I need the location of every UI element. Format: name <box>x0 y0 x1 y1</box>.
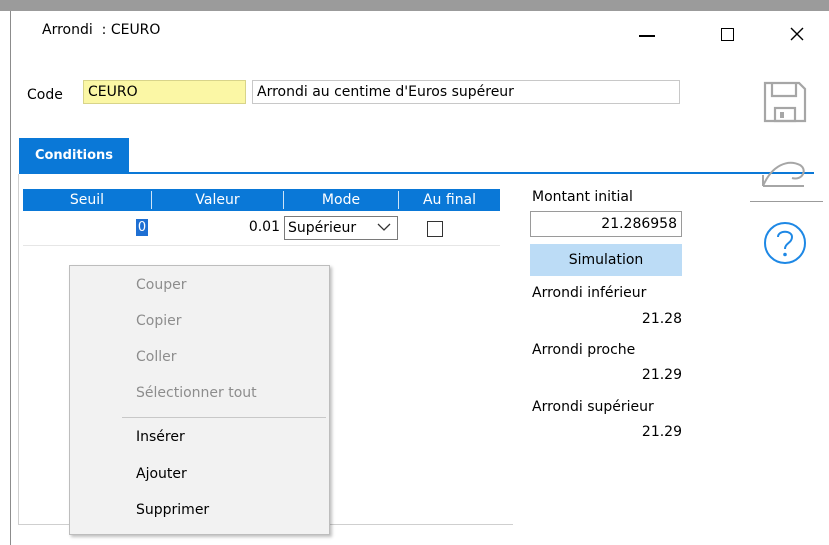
menu-item-ajouter[interactable]: Ajouter <box>136 466 187 482</box>
menu-item-copier[interactable]: Copier <box>136 313 182 329</box>
table-row[interactable]: 0 0.01 Supérieur <box>23 211 500 246</box>
code-field[interactable]: CEURO <box>83 80 246 104</box>
au-final-checkbox[interactable] <box>427 221 443 237</box>
seuil-cell[interactable]: 0 <box>136 219 148 236</box>
toolbar-separator <box>750 201 823 202</box>
panel-border <box>18 174 19 524</box>
maximize-button[interactable] <box>712 20 742 48</box>
simulation-button[interactable]: Simulation <box>530 244 682 276</box>
arrondi-inferieur-value: 21.28 <box>641 311 682 327</box>
mode-select-value: Supérieur <box>288 220 357 236</box>
undo-icon <box>762 161 805 187</box>
maximize-icon <box>720 27 734 41</box>
mode-select[interactable]: Supérieur <box>284 216 398 240</box>
context-menu: Couper Copier Coller Sélectionner tout I… <box>69 265 330 535</box>
column-header-valeur[interactable]: Valeur <box>152 189 283 211</box>
desktop-band <box>0 0 829 11</box>
help-button[interactable] <box>762 220 808 270</box>
undo-button[interactable] <box>758 153 808 193</box>
menu-item-selectionner-tout[interactable]: Sélectionner tout <box>136 385 257 401</box>
description-field[interactable]: Arrondi au centime d'Euros supéreur <box>252 80 680 104</box>
save-icon <box>763 81 807 123</box>
arrondi-proche-value: 21.29 <box>641 367 682 383</box>
chevron-down-icon <box>377 223 391 231</box>
arrondi-proche-label: Arrondi proche <box>532 342 636 358</box>
arrondi-inferieur-label: Arrondi inférieur <box>532 285 647 301</box>
minimize-button[interactable] <box>632 20 662 48</box>
tab-underline <box>19 172 814 174</box>
minimize-icon <box>639 35 655 37</box>
column-header-seuil[interactable]: Seuil <box>23 189 151 211</box>
tab-conditions[interactable]: Conditions <box>19 138 129 172</box>
help-icon <box>764 222 806 264</box>
window-title: Arrondi : CEURO <box>42 22 161 38</box>
menu-item-couper[interactable]: Couper <box>136 277 186 293</box>
window-left-edge <box>0 11 11 545</box>
arrondi-superieur-value: 21.29 <box>641 424 682 440</box>
column-header-au-final[interactable]: Au final <box>399 189 500 211</box>
menu-item-inserer[interactable]: Insérer <box>136 429 185 445</box>
menu-item-coller[interactable]: Coller <box>136 349 177 365</box>
close-button[interactable] <box>782 20 812 48</box>
menu-item-supprimer[interactable]: Supprimer <box>136 502 209 518</box>
save-button[interactable] <box>762 80 808 128</box>
close-icon <box>790 27 804 41</box>
montant-initial-field[interactable]: 21.286958 <box>530 211 682 237</box>
column-header-mode[interactable]: Mode <box>284 189 398 211</box>
code-label: Code <box>27 87 63 103</box>
arrondi-superieur-label: Arrondi supérieur <box>532 399 654 415</box>
grid-header: Seuil Valeur Mode Au final <box>23 189 500 211</box>
montant-initial-label: Montant initial <box>532 189 633 205</box>
valeur-cell[interactable]: 0.01 <box>153 219 280 235</box>
menu-separator <box>122 417 326 418</box>
